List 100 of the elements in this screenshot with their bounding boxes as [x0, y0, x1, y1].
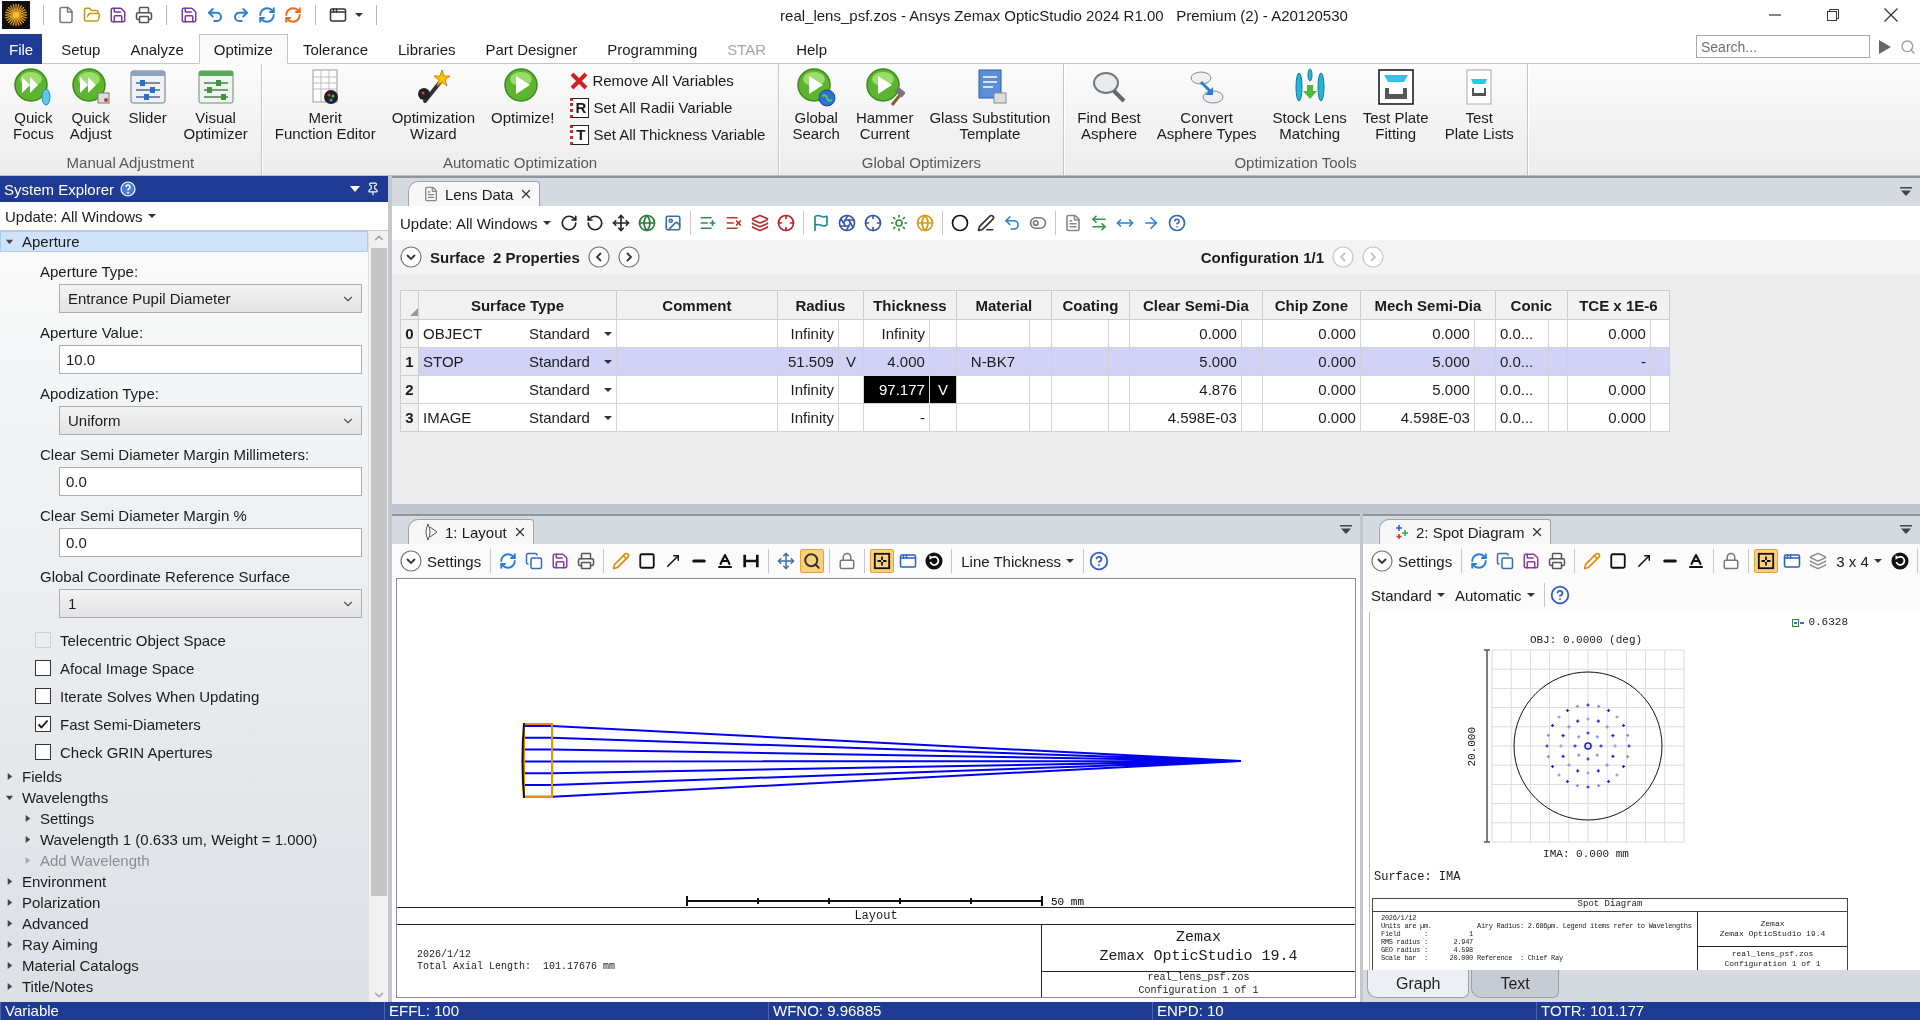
ribbon-tab[interactable]: Programming: [592, 34, 713, 64]
input-field[interactable]: 0.0: [59, 528, 362, 557]
column-header[interactable]: Chip Zone: [1262, 290, 1361, 320]
save-icon[interactable]: [109, 6, 127, 24]
ribbon-button[interactable]: Convert Asphere Types: [1148, 67, 1265, 142]
ribbon-tab[interactable]: Analyze: [115, 34, 199, 64]
ribbon-button[interactable]: Quick Focus: [5, 67, 62, 142]
dropdown[interactable]: 1: [59, 589, 362, 618]
plot-type-dropdown[interactable]: Standard: [1367, 582, 1449, 608]
collapsed-caret-icon[interactable]: [5, 919, 14, 928]
ribbon-button[interactable]: Stock Lens Matching: [1264, 67, 1355, 142]
view-tab[interactable]: Graph: [1367, 970, 1470, 998]
ribbon-button[interactable]: R Set All Radii Variable: [568, 96, 768, 119]
collapsed-caret-icon[interactable]: [5, 877, 14, 886]
print-icon[interactable]: [135, 6, 153, 24]
collapsed-caret-icon[interactable]: [5, 961, 14, 970]
ribbon-tab[interactable]: Help: [781, 34, 843, 64]
tree-item[interactable]: Settings: [0, 808, 368, 829]
collapsed-caret-icon[interactable]: [5, 940, 14, 949]
ribbon-button[interactable]: Quick Adjust: [61, 67, 120, 142]
ribbon-tab[interactable]: Libraries: [383, 34, 471, 64]
ribbon-button[interactable]: Test Plate Fitting: [1354, 67, 1437, 142]
column-header[interactable]: Mech Semi-Dia: [1360, 290, 1496, 320]
refresh-icon[interactable]: [258, 6, 276, 24]
view-tab[interactable]: Text: [1471, 970, 1559, 998]
ribbon-button[interactable]: Hammer Current: [847, 67, 922, 142]
circle-chevron-down-icon[interactable]: [400, 246, 422, 268]
ribbon-button[interactable]: Global Search: [784, 67, 848, 142]
tree-item[interactable]: Title/Notes: [0, 976, 368, 997]
tree-item[interactable]: Advanced: [0, 913, 368, 934]
table-row[interactable]: 3 IMAGE Standard Infinity - 4.598E-03 0.000 4.598E-03 0.0... 0.000: [400, 403, 1670, 432]
dropdown[interactable]: Entrance Pupil Diameter: [59, 284, 362, 313]
help-icon[interactable]: [1089, 551, 1109, 571]
ribbon-tab[interactable]: Part Designer: [470, 34, 593, 64]
starburst-logo-icon[interactable]: [2, 1, 30, 29]
redo-icon[interactable]: [232, 6, 250, 24]
panel-menu-icon[interactable]: [1340, 525, 1352, 535]
open-folder-icon[interactable]: [83, 6, 101, 24]
ribbon-tab[interactable]: Tolerance: [287, 34, 383, 64]
column-header[interactable]: Thickness: [863, 290, 957, 320]
ribbon-button[interactable]: Slider: [119, 67, 176, 126]
table-row[interactable]: 1 STOP Standard 51.509 V 4.000 N-BK7 5.000 0.000 5.000 0.0... -: [400, 347, 1670, 376]
line-thickness-dropdown[interactable]: Line Thickness: [957, 548, 1078, 574]
search-field[interactable]: Search...: [1696, 35, 1870, 58]
document-tab[interactable]: Lens Data: [408, 181, 541, 206]
document-tab[interactable]: 1: Layout: [408, 519, 534, 544]
ribbon-button[interactable]: Merit Function Editor: [266, 67, 384, 142]
tree-item[interactable]: Wavelength 1 (0.633 um, Weight = 1.000): [0, 829, 368, 850]
ribbon-button[interactable]: Find Best Asphere: [1069, 67, 1149, 142]
ribbon-button[interactable]: Remove All Variables: [568, 69, 768, 92]
search-icon[interactable]: [1900, 38, 1916, 55]
ribbon-tab[interactable]: Optimize: [198, 34, 288, 64]
panel-menu-icon[interactable]: [1900, 525, 1912, 535]
column-header[interactable]: Material: [956, 290, 1052, 320]
surface-type-dropdown[interactable]: Standard: [529, 325, 612, 342]
new-file-icon[interactable]: [57, 6, 75, 24]
surface-type-dropdown[interactable]: Standard: [529, 353, 612, 370]
tree-item[interactable]: Wavelengths: [0, 787, 368, 808]
checkbox[interactable]: [35, 660, 51, 676]
play-icon[interactable]: [1878, 38, 1892, 55]
file-tab[interactable]: File: [0, 34, 43, 64]
column-header[interactable]: Coating: [1051, 290, 1130, 320]
checkbox[interactable]: [35, 688, 51, 704]
dropdown-triangle-icon[interactable]: [350, 186, 360, 192]
update-dropdown[interactable]: Update: All Windows: [396, 210, 555, 236]
tree-item[interactable]: Material Catalogs: [0, 955, 368, 976]
column-header[interactable]: TCE x 1E-6: [1567, 290, 1670, 320]
input-field[interactable]: 0.0: [59, 467, 362, 496]
circle-chevron-right-icon[interactable]: [617, 246, 640, 268]
save-icon[interactable]: [180, 6, 198, 24]
expanded-caret-icon[interactable]: [5, 793, 14, 802]
collapsed-caret-icon[interactable]: [5, 982, 14, 991]
pin-icon[interactable]: [366, 182, 380, 196]
panel-menu-icon[interactable]: [1900, 187, 1912, 197]
column-header[interactable]: Surface Type: [418, 290, 617, 320]
collapsed-caret-icon[interactable]: [23, 814, 32, 823]
ribbon-button[interactable]: Test Plate Lists: [1436, 67, 1522, 142]
scrollbar-thumb[interactable]: [370, 248, 387, 896]
zoom-icon[interactable]: [800, 549, 825, 573]
tree-item[interactable]: Polarization: [0, 892, 368, 913]
checkbox[interactable]: [35, 744, 51, 760]
help-icon[interactable]: [1549, 585, 1570, 605]
column-header[interactable]: Radius: [777, 290, 864, 320]
ribbon-button[interactable]: Optimize!: [483, 67, 563, 126]
tree-item[interactable]: Fields: [0, 766, 368, 787]
undo-icon[interactable]: [206, 6, 224, 24]
collapsed-caret-icon[interactable]: [23, 835, 32, 844]
ribbon-button[interactable]: Optimization Wizard: [383, 67, 483, 142]
tree-item[interactable]: Aperture: [0, 231, 368, 252]
scrollbar[interactable]: [368, 231, 388, 1002]
settings-button[interactable]: Settings: [396, 548, 486, 574]
ribbon-button[interactable]: T Set All Thickness Variable: [568, 123, 768, 146]
ribbon-button[interactable]: Glass Substitution Template: [921, 67, 1059, 142]
table-row[interactable]: 2 Standard Infinity 97.177 V 4.876 0.000 5.000 0.0... 0.000: [400, 375, 1670, 404]
grid-icon[interactable]: [870, 549, 895, 573]
checkbox[interactable]: [35, 716, 51, 732]
tree-item[interactable]: Environment: [0, 871, 368, 892]
refresh-icon[interactable]: [284, 6, 302, 24]
scaling-dropdown[interactable]: Automatic: [1450, 582, 1539, 608]
surface-type-dropdown[interactable]: Standard: [529, 409, 612, 426]
